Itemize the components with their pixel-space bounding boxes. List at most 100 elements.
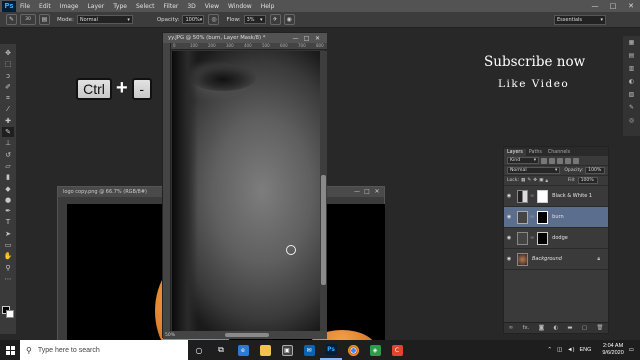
app-icon-green[interactable]: ◈ — [364, 340, 386, 360]
new-layer-icon[interactable]: ▢ — [582, 325, 587, 331]
volume-icon[interactable]: ◄) — [567, 347, 574, 353]
pressure-size-icon[interactable]: ◉ — [283, 14, 295, 25]
close-button[interactable]: ✕ — [312, 35, 323, 42]
document-window-main[interactable]: yy.JPG @ 50% (burn, Layer Mask/8) * — □ … — [162, 32, 327, 339]
tab-channels[interactable]: Channels — [545, 149, 573, 156]
menu-edit[interactable]: Edit — [39, 3, 51, 10]
hand-tool-icon[interactable]: ✋ — [2, 251, 14, 261]
vertical-ruler[interactable] — [163, 43, 171, 339]
horizontal-scrollbar-thumb[interactable] — [225, 333, 269, 337]
folder-icon[interactable]: ▬ — [567, 325, 572, 331]
blend-mode-select[interactable]: Normal ▾ — [507, 167, 561, 174]
minimize-button[interactable]: — — [586, 0, 604, 12]
layer-name[interactable]: Black & White 1 — [552, 193, 592, 199]
close-button[interactable]: ✕ — [372, 188, 382, 195]
layer-name[interactable]: dodge — [552, 235, 568, 241]
tray-overflow-icon[interactable]: ⌃ — [547, 347, 552, 353]
maximize-button[interactable]: □ — [604, 0, 622, 12]
brush-tool-icon[interactable]: ✎ — [6, 14, 17, 25]
layer-name[interactable]: burn — [552, 214, 563, 220]
pressure-opacity-icon[interactable]: ◎ — [208, 14, 220, 25]
swatches-panel-icon[interactable]: ▥ — [627, 64, 637, 73]
eyedropper-tool-icon[interactable]: ⁄ — [2, 104, 14, 114]
shape-tool-icon[interactable]: ▭ — [2, 240, 14, 250]
info-panel-icon[interactable]: ◎ — [627, 116, 637, 125]
crop-tool-icon[interactable]: ⌗ — [2, 93, 14, 103]
eraser-tool-icon[interactable]: ▱ — [2, 161, 14, 171]
eye-icon[interactable]: ◉ — [504, 214, 514, 220]
path-select-tool-icon[interactable]: ➤ — [2, 229, 14, 239]
history-brush-tool-icon[interactable]: ↺ — [2, 150, 14, 160]
layer-opacity-input[interactable]: 100% — [585, 167, 605, 174]
app-icon-red[interactable]: C — [386, 340, 408, 360]
blur-tool-icon[interactable]: ◆ — [2, 184, 14, 194]
menu-select[interactable]: Select — [136, 3, 155, 10]
chrome-icon[interactable] — [342, 340, 364, 360]
flow-input[interactable]: 3% ▾ — [243, 15, 266, 24]
layer-row[interactable]: ◉ ∞ dodge — [504, 228, 608, 249]
workspace-select[interactable]: Essentials ▾ — [554, 15, 606, 25]
menu-3d[interactable]: 3D — [187, 3, 195, 10]
lock-paint-icon[interactable]: ✎ — [527, 178, 531, 183]
store-icon[interactable]: ▣ — [276, 340, 298, 360]
maximize-button[interactable]: □ — [362, 188, 372, 195]
layer-mask-thumb[interactable] — [537, 210, 549, 224]
mail-icon[interactable]: ✉ — [298, 340, 320, 360]
link-icon[interactable]: ∞ — [509, 325, 514, 331]
lock-pixels-icon[interactable]: ▦ — [521, 178, 525, 183]
file-explorer-icon[interactable] — [254, 340, 276, 360]
brush-preset-picker[interactable]: 30 — [20, 14, 36, 25]
eye-icon[interactable]: ◉ — [504, 256, 514, 262]
layer-mask-thumb[interactable] — [537, 231, 549, 245]
move-tool-icon[interactable]: ✥ — [2, 48, 14, 58]
brush-tool-icon[interactable]: ✎ — [2, 127, 14, 138]
menu-view[interactable]: View — [205, 3, 219, 10]
clone-stamp-tool-icon[interactable]: ⊥ — [2, 138, 14, 148]
menu-layer[interactable]: Layer — [87, 3, 104, 10]
mask-icon[interactable]: ◙ — [539, 325, 544, 331]
minimize-button[interactable]: — — [290, 35, 301, 42]
type-tool-icon[interactable]: T — [2, 217, 14, 227]
properties-panel-icon[interactable]: ▤ — [627, 51, 637, 60]
tab-paths[interactable]: Paths — [526, 149, 545, 156]
kind-filter-select[interactable]: Kind ▾ — [507, 157, 539, 164]
zoom-tool-icon[interactable]: ⚲ — [2, 263, 14, 273]
adjustments-panel-icon[interactable]: ◐ — [627, 77, 637, 86]
background-color-swatch[interactable] — [6, 310, 14, 318]
photoshop-taskbar-icon[interactable]: Ps — [320, 340, 342, 360]
minimize-button[interactable]: — — [352, 188, 362, 195]
styles-panel-icon[interactable]: ▧ — [627, 90, 637, 99]
mode-select[interactable]: Normal ▾ — [76, 15, 133, 24]
layer-row[interactable]: ◉ ∞ burn — [504, 207, 608, 228]
trash-icon[interactable]: 🗑︎ — [596, 325, 603, 331]
edge-icon[interactable]: e — [232, 340, 254, 360]
zoom-level[interactable]: 50% — [165, 333, 175, 338]
adjustment-icon[interactable]: ◐ — [553, 325, 558, 331]
healing-tool-icon[interactable]: ✚ — [2, 116, 14, 126]
tab-layers[interactable]: Layers — [504, 149, 526, 156]
brush-panel-icon[interactable]: ✎ — [627, 103, 637, 112]
brush-panel-icon[interactable]: ▤ — [39, 14, 50, 25]
task-view-icon[interactable]: ⧉ — [210, 340, 232, 360]
start-button[interactable] — [0, 340, 20, 360]
shape-filter-icon[interactable] — [565, 157, 571, 164]
dodge-tool-icon[interactable]: ● — [2, 195, 14, 205]
type-filter-icon[interactable] — [557, 157, 563, 164]
taskbar-search[interactable]: ⚲ Type here to search — [20, 340, 188, 360]
opacity-input[interactable]: 100% ▾ — [182, 15, 205, 24]
smart-object-filter-icon[interactable] — [573, 157, 579, 164]
quick-select-tool-icon[interactable]: ✐ — [2, 82, 14, 92]
airbrush-icon[interactable]: ✈ — [269, 14, 281, 25]
document-canvas[interactable] — [172, 51, 320, 331]
lasso-tool-icon[interactable]: ↄ — [2, 71, 14, 81]
pixel-filter-icon[interactable] — [541, 157, 547, 164]
maximize-button[interactable]: □ — [301, 35, 312, 42]
menu-type[interactable]: Type — [113, 3, 127, 10]
layer-mask-thumb[interactable] — [537, 189, 549, 203]
horizontal-ruler[interactable]: 0 100 200 300 400 500 600 700 800 — [171, 43, 327, 50]
lock-position-icon[interactable]: ✥ — [533, 178, 537, 183]
menu-image[interactable]: Image — [60, 3, 79, 10]
adjustment-filter-icon[interactable] — [549, 157, 555, 164]
cortana-icon[interactable]: ○ — [188, 340, 210, 360]
lock-artboard-icon[interactable]: ▣ — [539, 178, 543, 183]
